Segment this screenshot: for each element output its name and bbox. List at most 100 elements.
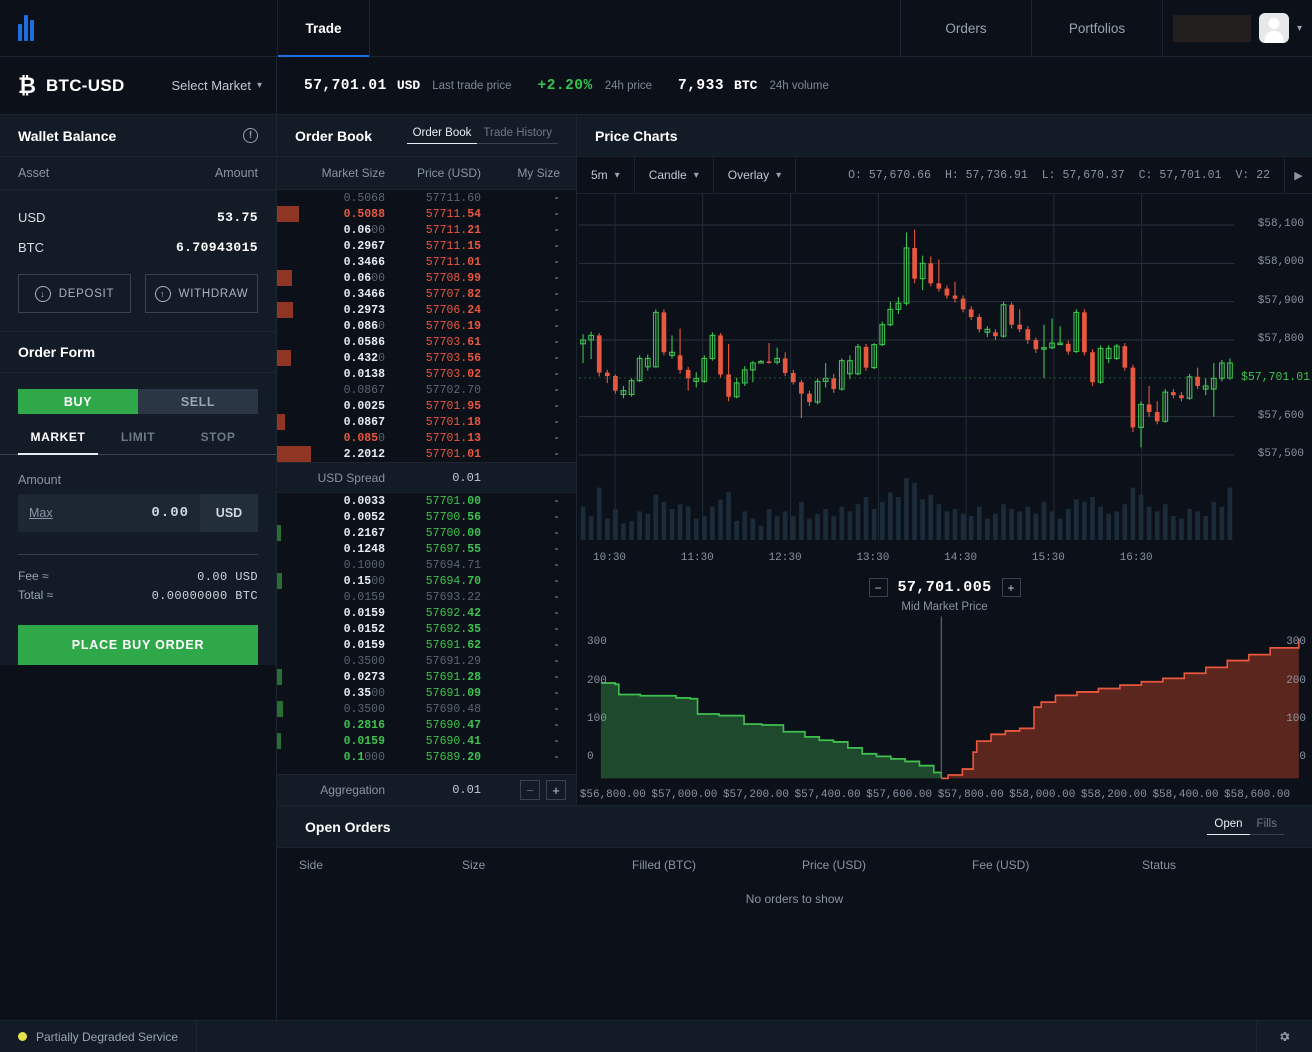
order-type-stop[interactable]: STOP — [178, 430, 258, 454]
tab-open[interactable]: Open — [1207, 818, 1249, 835]
order-book-row[interactable]: 0.060057708.99- — [277, 270, 576, 286]
row-price: 57703.02 — [385, 368, 481, 381]
row-price: 57694.70 — [385, 575, 481, 588]
price-charts-title: Price Charts — [595, 128, 677, 144]
tab-trade-history[interactable]: Trade History — [477, 127, 558, 144]
order-book-row[interactable]: 0.350057691.09- — [277, 685, 576, 701]
price-change-pct: +2.20% — [538, 78, 593, 94]
row-size: 0.0052 — [277, 511, 385, 524]
minus-icon[interactable]: − — [868, 578, 887, 597]
row-size: 0.5068 — [277, 192, 385, 205]
order-book-row[interactable]: 0.432057703.56- — [277, 350, 576, 366]
order-book-row[interactable]: 0.086757702.70- — [277, 382, 576, 398]
amount-currency-selector[interactable]: USD — [200, 494, 258, 532]
order-book-row[interactable]: 0.506857711.60- — [277, 190, 576, 206]
nav-tab-portfolios[interactable]: Portfolios — [1031, 0, 1162, 56]
time-axis-tick: 12:30 — [769, 552, 802, 564]
order-book-row[interactable]: 0.346657711.01- — [277, 254, 576, 270]
order-book-row[interactable]: 0.003357701.00- — [277, 493, 576, 509]
nav-tab-orders[interactable]: Orders — [900, 0, 1031, 56]
aggregation-decrease-button[interactable]: − — [520, 780, 540, 800]
amount-input[interactable]: Max 0.00 — [18, 494, 200, 532]
order-book-row[interactable]: 2.201257701.01- — [277, 446, 576, 462]
order-type-market[interactable]: MARKET — [18, 430, 98, 454]
aggregation-increase-button[interactable]: + — [546, 780, 566, 800]
order-book-row[interactable]: 0.060057711.21- — [277, 222, 576, 238]
order-book-row[interactable]: 0.005257700.56- — [277, 509, 576, 525]
deposit-button[interactable]: ↓ DEPOSIT — [18, 274, 131, 313]
nav-tab-trade[interactable]: Trade — [277, 0, 369, 56]
place-order-button[interactable]: PLACE BUY ORDER — [18, 625, 258, 665]
ohlc-low-value: 57,670.37 — [1063, 169, 1125, 182]
chevron-down-icon: ▾ — [776, 170, 781, 181]
order-type-limit[interactable]: LIMIT — [98, 430, 178, 454]
row-my-size: - — [481, 208, 576, 221]
order-book-row[interactable]: 0.350057691.29- — [277, 653, 576, 669]
row-my-size: - — [481, 272, 576, 285]
order-book-row[interactable]: 0.027357691.28- — [277, 669, 576, 685]
row-price: 57701.00 — [385, 495, 481, 508]
order-book-row[interactable]: 0.100057689.20- — [277, 749, 576, 765]
oo-col-status: Status — [1142, 858, 1312, 872]
buy-tab[interactable]: BUY — [18, 389, 138, 414]
overlay-selector[interactable]: Overlay ▾ — [714, 157, 796, 193]
row-price: 57701.95 — [385, 400, 481, 413]
plus-icon[interactable]: + — [1002, 578, 1021, 597]
select-market-button[interactable]: Select Market ▾ — [171, 78, 262, 93]
row-size: 0.0586 — [277, 336, 385, 349]
order-book-row[interactable]: 0.015257692.35- — [277, 621, 576, 637]
sell-tab[interactable]: SELL — [138, 389, 258, 414]
row-price: 57706.19 — [385, 320, 481, 333]
logo-cell — [0, 0, 277, 56]
order-book-row[interactable]: 0.015957690.41- — [277, 733, 576, 749]
order-book-row[interactable]: 0.296757711.15- — [277, 238, 576, 254]
order-book-row[interactable]: 0.124857697.55- — [277, 541, 576, 557]
order-book-row[interactable]: 0.058657703.61- — [277, 334, 576, 350]
order-book-row[interactable]: 0.346657707.82- — [277, 286, 576, 302]
service-status[interactable]: Partially Degraded Service — [0, 1021, 197, 1052]
play-icon[interactable]: ▶ — [1284, 157, 1312, 193]
market-selector[interactable]: ₿ BTC-USD Select Market ▾ — [0, 57, 277, 114]
account-menu[interactable]: ▾ — [1162, 0, 1312, 56]
depth-chart[interactable]: 30030020020010010000$56,800.00$57,000.00… — [577, 570, 1312, 805]
amount-max-link[interactable]: Max — [29, 506, 53, 520]
order-book-row[interactable]: 0.013857703.02- — [277, 366, 576, 382]
depth-price-axis-tick: $58,200.00 — [1081, 789, 1147, 801]
order-book-row[interactable]: 0.297357706.24- — [277, 302, 576, 318]
candlestick-chart[interactable]: $58,100$58,000$57,900$57,800$57,600$57,5… — [577, 194, 1312, 570]
asks-list: 0.506857711.60-0.508857711.54-0.06005771… — [277, 190, 576, 462]
tab-fills[interactable]: Fills — [1250, 818, 1284, 835]
order-book-row[interactable]: 0.350057690.48- — [277, 701, 576, 717]
order-book-row[interactable]: 0.015957693.22- — [277, 589, 576, 605]
row-my-size: - — [481, 288, 576, 301]
order-book-row[interactable]: 0.086757701.18- — [277, 414, 576, 430]
order-book-row[interactable]: 0.015957691.62- — [277, 637, 576, 653]
row-price: 57700.00 — [385, 527, 481, 540]
chart-type-selector[interactable]: Candle ▾ — [635, 157, 714, 193]
row-my-size: - — [481, 320, 576, 333]
row-my-size: - — [481, 416, 576, 429]
withdraw-button[interactable]: ↑ WITHDRAW — [145, 274, 258, 313]
order-totals: Fee ≈ 0.00 USD Total ≈ 0.00000000 BTC — [0, 555, 276, 607]
gear-icon[interactable] — [1256, 1021, 1312, 1052]
order-type-tabs: MARKET LIMIT STOP — [0, 430, 276, 455]
row-size: 0.2973 — [277, 304, 385, 317]
order-book-row[interactable]: 0.015957692.42- — [277, 605, 576, 621]
order-book-row[interactable]: 0.002557701.95- — [277, 398, 576, 414]
info-icon[interactable]: ! — [243, 128, 258, 143]
row-my-size: - — [481, 240, 576, 253]
row-size: 0.0159 — [277, 607, 385, 620]
order-book-row[interactable]: 0.216757700.00- — [277, 525, 576, 541]
order-book-row[interactable]: 0.150057694.70- — [277, 573, 576, 589]
wallet-columns: Asset Amount — [0, 157, 276, 190]
order-book-row[interactable]: 0.281657690.47- — [277, 717, 576, 733]
order-book-row[interactable]: 0.100057694.71- — [277, 557, 576, 573]
bar-logo-icon[interactable] — [18, 15, 34, 41]
order-book-row[interactable]: 0.086057706.19- — [277, 318, 576, 334]
price-change-label: 24h price — [605, 80, 652, 92]
row-price: 57707.82 — [385, 288, 481, 301]
order-book-row[interactable]: 0.085057701.13- — [277, 430, 576, 446]
tab-order-book[interactable]: Order Book — [407, 127, 478, 144]
order-book-row[interactable]: 0.508857711.54- — [277, 206, 576, 222]
interval-selector[interactable]: 5m ▾ — [577, 157, 635, 193]
